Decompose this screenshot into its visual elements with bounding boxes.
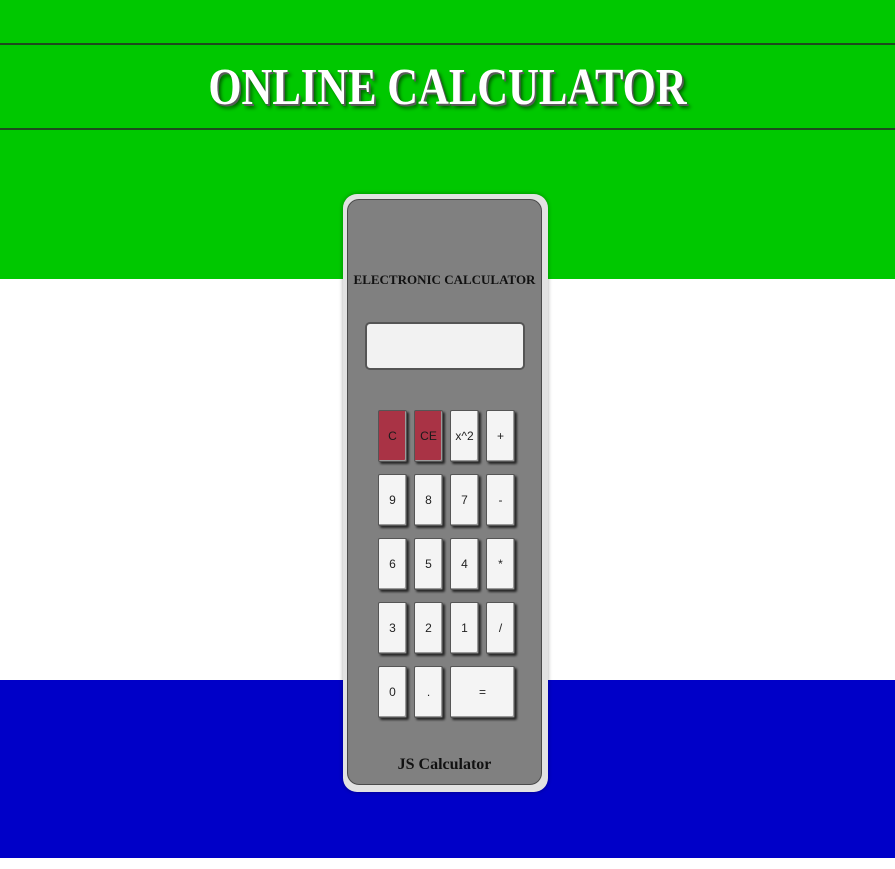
digit-8-button[interactable]: 8 [414, 474, 443, 526]
digit-6-button[interactable]: 6 [378, 538, 407, 590]
calculator-display[interactable] [365, 322, 525, 370]
header-divider-bottom [0, 128, 895, 130]
divide-button[interactable]: / [486, 602, 515, 654]
digit-1-button[interactable]: 1 [450, 602, 479, 654]
digit-3-button[interactable]: 3 [378, 602, 407, 654]
digit-7-button[interactable]: 7 [450, 474, 479, 526]
digit-4-button[interactable]: 4 [450, 538, 479, 590]
digit-2-button[interactable]: 2 [414, 602, 443, 654]
digit-9-button[interactable]: 9 [378, 474, 407, 526]
digit-5-button[interactable]: 5 [414, 538, 443, 590]
calculator-frame: ELECTRONIC CALCULATOR C CE x^2 + 9 8 7 -… [343, 194, 548, 792]
minus-button[interactable]: - [486, 474, 515, 526]
digit-0-button[interactable]: 0 [378, 666, 407, 718]
decimal-button[interactable]: . [414, 666, 443, 718]
plus-button[interactable]: + [486, 410, 515, 462]
header-divider-top [0, 43, 895, 45]
clear-entry-button[interactable]: CE [414, 410, 443, 462]
calculator-body: ELECTRONIC CALCULATOR C CE x^2 + 9 8 7 -… [347, 199, 542, 785]
square-button[interactable]: x^2 [450, 410, 479, 462]
page-title: ONLINE CALCULATOR [208, 59, 687, 116]
equals-button[interactable]: = [450, 666, 515, 718]
calculator-footer-label: JS Calculator [397, 756, 492, 773]
clear-button[interactable]: C [378, 410, 407, 462]
calculator-brand-label: ELECTRONIC CALCULATOR [353, 272, 536, 287]
multiply-button[interactable]: * [486, 538, 515, 590]
